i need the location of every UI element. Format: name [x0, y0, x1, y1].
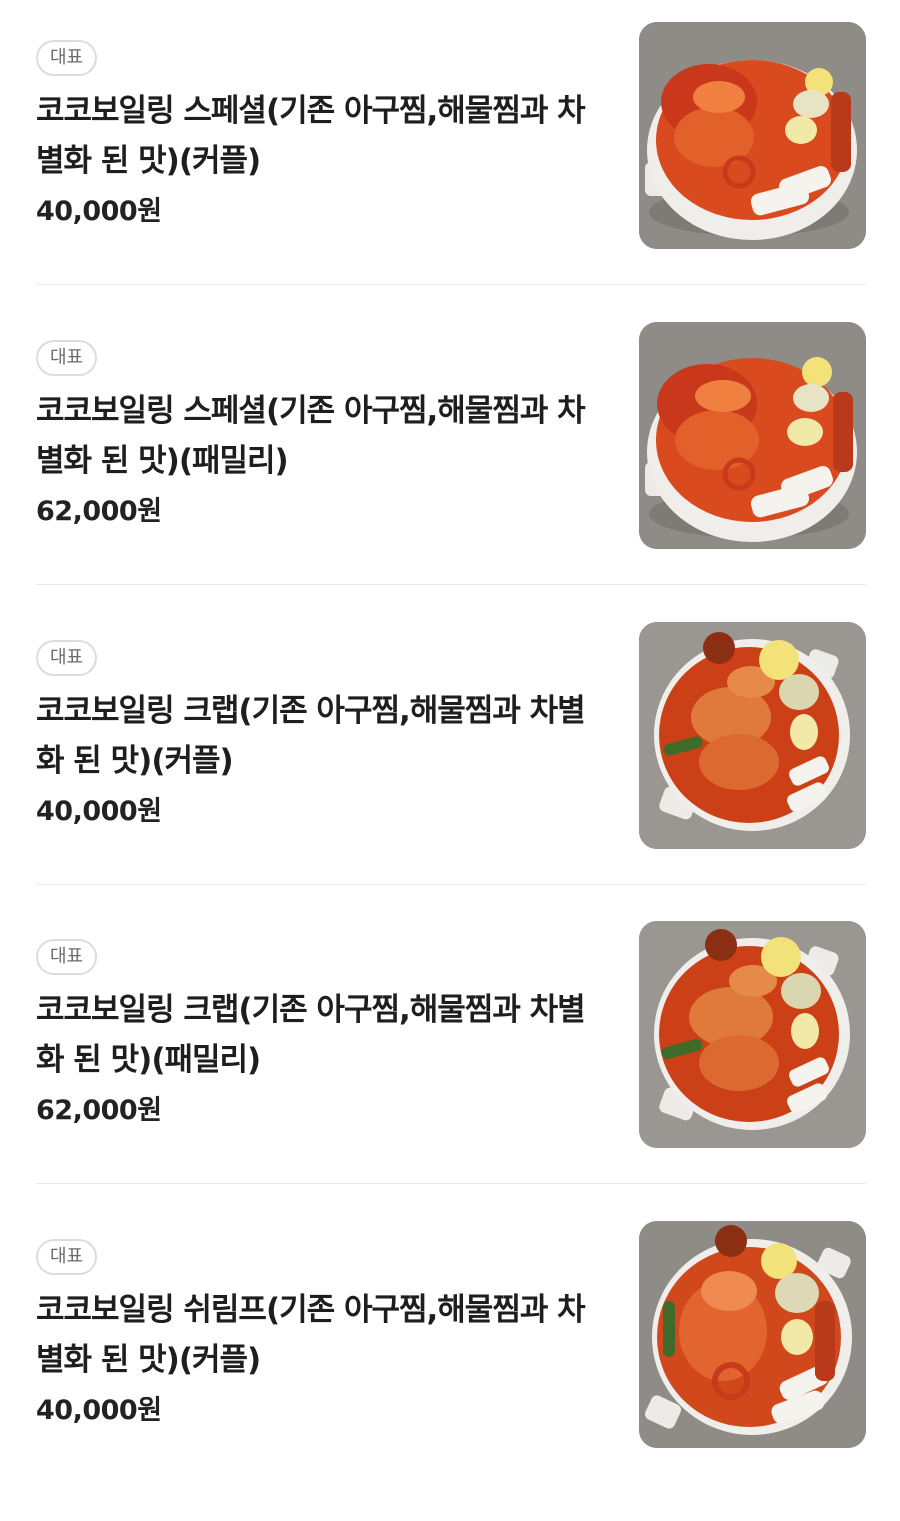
- seafood-boil-shrimp-photo: [639, 1221, 866, 1448]
- menu-item-photo: [639, 921, 866, 1148]
- menu-item[interactable]: 대표 코코보일링 크랩(기존 아구찜,해물찜과 차별화 된 맛)(커플) 40,…: [36, 622, 866, 922]
- menu-item-price: 40,000원: [36, 196, 162, 227]
- divider: [36, 1183, 866, 1184]
- menu-item[interactable]: 대표 코코보일링 스페셜(기존 아구찜,해물찜과 차별화 된 맛)(커플) 40…: [36, 22, 866, 322]
- seafood-boil-crab-photo: [639, 921, 866, 1148]
- seafood-boil-crab-photo: [639, 622, 866, 849]
- menu-item-title: 코코보일링 스페셜(기존 아구찜,해물찜과 차별화 된 맛)(패밀리): [36, 393, 586, 479]
- seafood-boil-special-photo: [639, 22, 866, 249]
- menu-item-title: 코코보일링 스페셜(기존 아구찜,해물찜과 차별화 된 맛)(커플): [36, 93, 586, 179]
- representative-badge: 대표: [36, 40, 98, 76]
- divider: [36, 884, 866, 885]
- menu-item-photo: [639, 322, 866, 549]
- representative-badge: 대표: [36, 1239, 98, 1275]
- menu-item[interactable]: 대표 코코보일링 크랩(기존 아구찜,해물찜과 차별화 된 맛)(패밀리) 62…: [36, 921, 866, 1221]
- menu-list: 대표 코코보일링 스페셜(기존 아구찜,해물찜과 차별화 된 맛)(커플) 40…: [0, 0, 900, 1482]
- menu-item-price: 62,000원: [36, 1095, 162, 1126]
- menu-item-photo: [639, 622, 866, 849]
- menu-item-price: 62,000원: [36, 496, 162, 527]
- representative-badge: 대표: [36, 939, 98, 975]
- menu-item-title: 코코보일링 크랩(기존 아구찜,해물찜과 차별화 된 맛)(패밀리): [36, 992, 586, 1078]
- menu-item[interactable]: 대표 코코보일링 쉬림프(기존 아구찜,해물찜과 차별화 된 맛)(커플) 40…: [36, 1221, 866, 1521]
- menu-item-price: 40,000원: [36, 1395, 162, 1426]
- representative-badge: 대표: [36, 340, 98, 376]
- menu-item-title: 코코보일링 크랩(기존 아구찜,해물찜과 차별화 된 맛)(커플): [36, 693, 586, 779]
- menu-item-photo: [639, 22, 866, 249]
- menu-item-photo: [639, 1221, 866, 1448]
- menu-item-price: 40,000원: [36, 796, 162, 827]
- seafood-boil-special-photo: [639, 322, 866, 549]
- representative-badge: 대표: [36, 640, 98, 676]
- divider: [36, 284, 866, 285]
- menu-item[interactable]: 대표 코코보일링 스페셜(기존 아구찜,해물찜과 차별화 된 맛)(패밀리) 6…: [36, 322, 866, 622]
- divider: [36, 584, 866, 585]
- menu-item-title: 코코보일링 쉬림프(기존 아구찜,해물찜과 차별화 된 맛)(커플): [36, 1292, 586, 1378]
